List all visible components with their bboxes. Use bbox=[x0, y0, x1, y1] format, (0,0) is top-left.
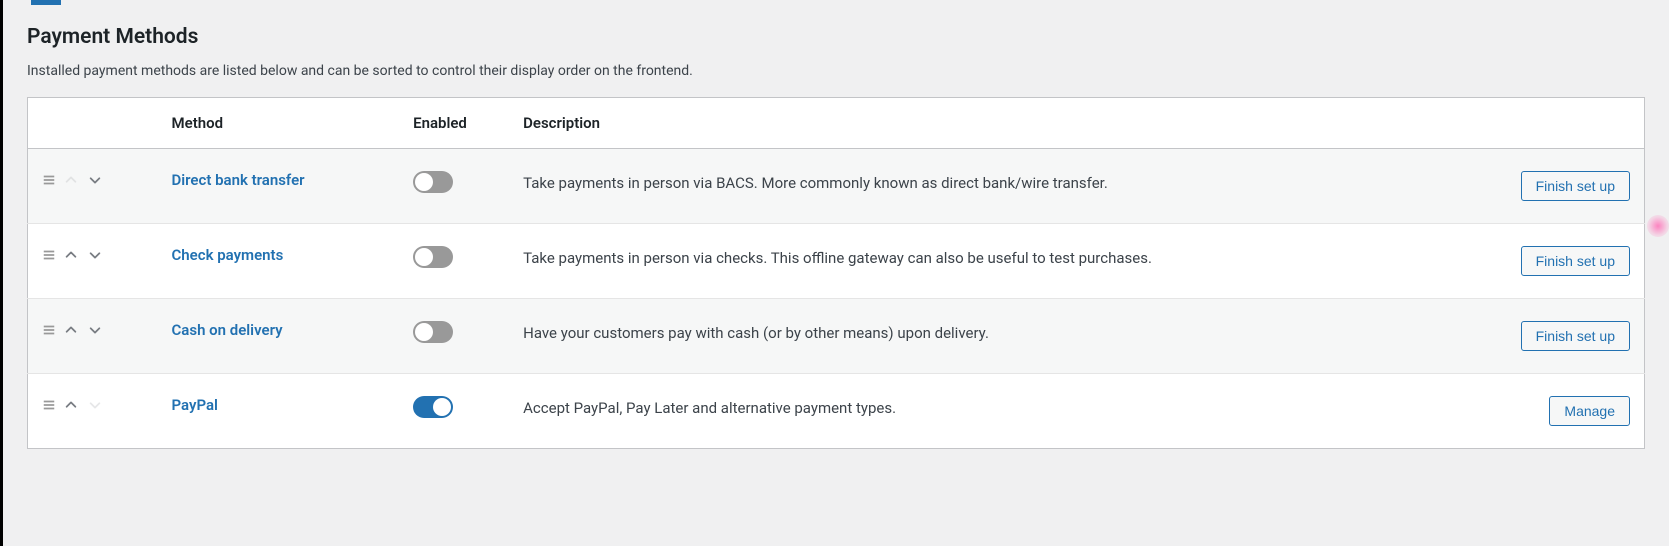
action-cell: Finish set up bbox=[1495, 224, 1645, 299]
table-row: PayPal Accept PayPal, Pay Later and alter… bbox=[28, 374, 1645, 449]
enabled-cell bbox=[399, 224, 509, 299]
sort-cell bbox=[28, 374, 158, 449]
drag-handle-icon[interactable] bbox=[42, 173, 56, 187]
description-cell: Take payments in person via BACS. More c… bbox=[509, 149, 1494, 224]
col-description: Description bbox=[509, 98, 1494, 149]
toggle-knob bbox=[415, 173, 433, 191]
col-sort bbox=[28, 98, 158, 149]
action-cell: Finish set up bbox=[1495, 299, 1645, 374]
col-method: Method bbox=[158, 98, 400, 149]
drag-handle-icon[interactable] bbox=[42, 248, 56, 262]
enabled-toggle[interactable] bbox=[413, 321, 453, 343]
table-row: Check payments Take payments in person vi… bbox=[28, 224, 1645, 299]
method-link[interactable]: PayPal bbox=[172, 396, 218, 414]
description-cell: Have your customers pay with cash (or by… bbox=[509, 299, 1494, 374]
method-link[interactable]: Direct bank transfer bbox=[172, 171, 305, 189]
payment-methods-panel: Payment Methods Installed payment method… bbox=[3, 5, 1669, 473]
method-cell: Cash on delivery bbox=[158, 299, 400, 374]
description-cell: Accept PayPal, Pay Later and alternative… bbox=[509, 374, 1494, 449]
action-cell: Finish set up bbox=[1495, 149, 1645, 224]
method-link[interactable]: Cash on delivery bbox=[172, 321, 283, 339]
sort-cell bbox=[28, 224, 158, 299]
description-cell: Take payments in person via checks. This… bbox=[509, 224, 1494, 299]
payment-methods-table: Method Enabled Description Direct bank t… bbox=[27, 97, 1645, 449]
table-row: Cash on delivery Have your customers pay … bbox=[28, 299, 1645, 374]
method-cell: Check payments bbox=[158, 224, 400, 299]
move-down-icon[interactable] bbox=[86, 246, 104, 264]
move-up-icon bbox=[62, 171, 80, 189]
toggle-knob bbox=[415, 323, 433, 341]
drag-handle-icon[interactable] bbox=[42, 323, 56, 337]
move-down-icon bbox=[86, 396, 104, 414]
method-cell: Direct bank transfer bbox=[158, 149, 400, 224]
sort-cell bbox=[28, 149, 158, 224]
enabled-cell bbox=[399, 299, 509, 374]
sort-controls bbox=[42, 396, 144, 414]
sort-cell bbox=[28, 299, 158, 374]
col-enabled: Enabled bbox=[399, 98, 509, 149]
enabled-toggle[interactable] bbox=[413, 246, 453, 268]
finish-setup-button[interactable]: Finish set up bbox=[1521, 321, 1630, 351]
enabled-toggle[interactable] bbox=[413, 171, 453, 193]
table-header-row: Method Enabled Description bbox=[28, 98, 1645, 149]
sort-controls bbox=[42, 171, 144, 189]
move-down-icon[interactable] bbox=[86, 321, 104, 339]
finish-setup-button[interactable]: Finish set up bbox=[1521, 246, 1630, 276]
action-cell: Manage bbox=[1495, 374, 1645, 449]
move-down-icon[interactable] bbox=[86, 171, 104, 189]
col-action bbox=[1495, 98, 1645, 149]
page-title: Payment Methods bbox=[27, 25, 1645, 49]
toggle-knob bbox=[433, 398, 451, 416]
toggle-knob bbox=[415, 248, 433, 266]
finish-setup-button[interactable]: Finish set up bbox=[1521, 171, 1630, 201]
method-cell: PayPal bbox=[158, 374, 400, 449]
enabled-cell bbox=[399, 374, 509, 449]
table-row: Direct bank transfer Take payments in per… bbox=[28, 149, 1645, 224]
page-description: Installed payment methods are listed bel… bbox=[27, 63, 1645, 79]
sort-controls bbox=[42, 321, 144, 339]
move-up-icon[interactable] bbox=[62, 246, 80, 264]
method-link[interactable]: Check payments bbox=[172, 246, 284, 264]
move-up-icon[interactable] bbox=[62, 396, 80, 414]
manage-button[interactable]: Manage bbox=[1549, 396, 1630, 426]
enabled-cell bbox=[399, 149, 509, 224]
drag-handle-icon[interactable] bbox=[42, 398, 56, 412]
sort-controls bbox=[42, 246, 144, 264]
enabled-toggle[interactable] bbox=[413, 396, 453, 418]
move-up-icon[interactable] bbox=[62, 321, 80, 339]
